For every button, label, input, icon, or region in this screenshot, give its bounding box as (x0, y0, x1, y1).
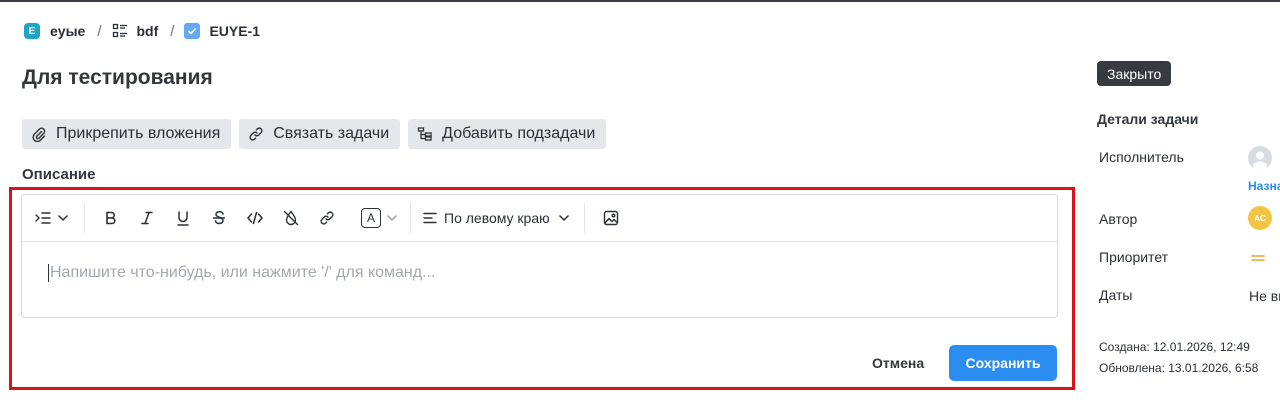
subtask-icon (418, 127, 432, 141)
attach-files-button[interactable]: Прикрепить вложения (22, 119, 232, 149)
add-subtasks-button[interactable]: Добавить подзадачи (408, 119, 607, 149)
issue-title[interactable]: Для тестирования (22, 66, 213, 90)
breadcrumb-separator: / (97, 22, 102, 40)
code-button[interactable] (241, 204, 269, 232)
assignee-label: Исполнитель (1099, 149, 1184, 165)
board-list-icon (112, 23, 127, 38)
clear-color-button[interactable] (277, 204, 305, 232)
text-color-icon: A (361, 208, 381, 228)
text-cursor (48, 264, 49, 282)
assign-link[interactable]: Назна (1248, 179, 1280, 193)
strikethrough-icon (213, 211, 225, 225)
chevron-down-icon (558, 214, 569, 222)
description-label: Описание (22, 166, 96, 183)
description-editor: A По левому краю Напишите что-нибудь, ил… (21, 194, 1058, 318)
paperclip-icon (32, 127, 46, 142)
breadcrumb-board-label: bdf (136, 23, 159, 39)
project-icon: E (24, 23, 40, 39)
top-border (0, 0, 1280, 2)
priority-label: Приоритет (1099, 249, 1169, 265)
editor-toolbar: A По левому краю (22, 195, 1057, 242)
link-icon (320, 211, 334, 225)
toolbar-divider (84, 203, 85, 233)
text-color-letter: A (366, 211, 375, 225)
breadcrumb-board[interactable]: bdf (112, 23, 159, 39)
breadcrumb-project[interactable]: E eyые (24, 23, 85, 39)
dates-label: Даты (1099, 287, 1133, 303)
chevron-down-icon (57, 214, 69, 222)
indent-icon (35, 212, 51, 224)
link-icon (249, 127, 263, 141)
bold-button[interactable] (97, 204, 125, 232)
italic-icon (141, 211, 153, 225)
text-align-dropdown[interactable]: По левому краю (423, 204, 570, 232)
issue-details-title: Детали задачи (1097, 111, 1199, 127)
toolbar-divider (410, 203, 411, 233)
underline-icon (177, 210, 189, 226)
code-icon (247, 211, 263, 225)
breadcrumb-issue-label: EUYE-1 (209, 23, 261, 39)
breadcrumb-separator: / (170, 22, 175, 40)
insert-link-button[interactable] (313, 204, 341, 232)
bold-icon (106, 211, 116, 225)
cancel-button[interactable]: Отмена (862, 348, 934, 378)
save-button[interactable]: Сохранить (949, 345, 1057, 381)
author-label: Автор (1099, 211, 1138, 227)
user-icon (1253, 151, 1267, 170)
assignee-avatar[interactable] (1248, 146, 1272, 170)
toolbar-divider (583, 203, 585, 233)
italic-button[interactable] (133, 204, 161, 232)
link-issues-button[interactable]: Связать задачи (239, 119, 401, 149)
block-type-dropdown[interactable] (32, 204, 72, 232)
insert-image-button[interactable] (597, 204, 625, 232)
link-issues-label: Связать задачи (273, 125, 390, 142)
priority-medium-icon[interactable] (1251, 254, 1265, 262)
underline-button[interactable] (169, 204, 197, 232)
drop-slash-icon (283, 210, 299, 226)
align-left-icon (423, 212, 437, 224)
text-color-dropdown[interactable]: A (361, 204, 398, 232)
strikethrough-button[interactable] (205, 204, 233, 232)
chevron-down-icon (386, 214, 398, 222)
attach-files-label: Прикрепить вложения (56, 125, 221, 142)
author-avatar[interactable]: AC (1248, 206, 1272, 230)
text-align-label: По левому краю (444, 210, 550, 226)
dates-value[interactable]: Не вы (1249, 288, 1280, 304)
editor-placeholder: Напишите что-нибудь, или нажмите '/' для… (50, 264, 436, 281)
editor-content-area[interactable]: Напишите что-нибудь, или нажмите '/' для… (22, 242, 1057, 317)
add-subtasks-label: Добавить подзадачи (442, 125, 596, 142)
breadcrumb-issue[interactable]: EUYE-1 (184, 23, 260, 39)
updated-timestamp: Обновлена: 13.01.2026, 6:58 (1099, 361, 1259, 375)
breadcrumb: E eyые / bdf / EUYE-1 (24, 20, 260, 42)
breadcrumb-project-label: eyые (50, 23, 86, 39)
task-check-icon (184, 23, 201, 39)
image-icon (603, 210, 618, 226)
status-badge[interactable]: Закрыто (1097, 61, 1172, 86)
issue-actions: Прикрепить вложения Связать задачи Добав… (22, 119, 607, 149)
created-timestamp: Создана: 12.01.2026, 12:49 (1099, 340, 1250, 354)
